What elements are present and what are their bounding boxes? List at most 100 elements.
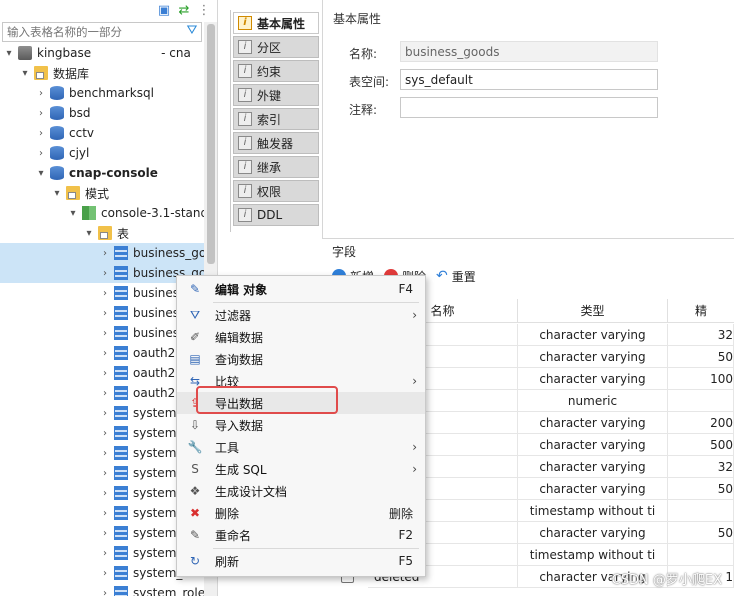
tree-item[interactable]: › system (0, 463, 204, 483)
menu-item-11[interactable]: ✎ 重命名 F2 (177, 524, 425, 546)
menu-item-7[interactable]: 🔧 工具 › (177, 436, 425, 458)
chevron-right-icon[interactable]: › (36, 88, 46, 99)
chevron-right-icon[interactable]: › (100, 508, 110, 519)
cell-len[interactable]: 500 (668, 434, 734, 456)
tree-item[interactable]: › bsd (0, 103, 204, 123)
cell-len[interactable]: 50 (668, 478, 734, 500)
menu-item-2[interactable]: ✐ 编辑数据 (177, 326, 425, 348)
chevron-down-icon[interactable]: ▾ (4, 48, 14, 59)
menu-item-6[interactable]: ⇩ 导入数据 (177, 414, 425, 436)
tab-5[interactable]: i 触发器 (233, 132, 319, 154)
tree-item[interactable]: ▾ console-3.1-stand (0, 203, 204, 223)
tree-item[interactable]: › system (0, 483, 204, 503)
tree-item[interactable]: › benchmarksql (0, 83, 204, 103)
chevron-right-icon[interactable]: › (100, 348, 110, 359)
chevron-right-icon[interactable]: › (36, 148, 46, 159)
menu-item-1[interactable]: ⛛ 过滤器 › (177, 304, 425, 326)
tree-item[interactable]: › oauth2 (0, 363, 204, 383)
chevron-right-icon[interactable]: › (100, 428, 110, 439)
menu-item-0[interactable]: ✎ 编辑 对象 F4 (177, 278, 425, 300)
cell-type[interactable]: character varying (518, 324, 668, 346)
cell-type[interactable]: character varying (518, 412, 668, 434)
cell-type[interactable]: character varying (518, 434, 668, 456)
chevron-down-icon[interactable]: ▾ (52, 188, 62, 199)
tree-item[interactable]: › system_rule (0, 563, 204, 583)
tree-item[interactable]: › system (0, 543, 204, 563)
cell-len[interactable]: 50 (668, 346, 734, 368)
cell-type[interactable]: character varying (518, 478, 668, 500)
tablespace-field[interactable] (400, 69, 658, 90)
chevron-down-icon[interactable]: ▾ (36, 168, 46, 179)
chevron-right-icon[interactable]: › (100, 368, 110, 379)
menu-item-8[interactable]: S 生成 SQL › (177, 458, 425, 480)
chevron-right-icon[interactable]: › (100, 468, 110, 479)
menu-item-4[interactable]: ⇆ 比较 › (177, 370, 425, 392)
cell-type[interactable]: numeric (518, 390, 668, 412)
chevron-right-icon[interactable]: › (100, 288, 110, 299)
tree-item[interactable]: › busines (0, 323, 204, 343)
tree-item[interactable]: ▾ 表 (0, 223, 204, 243)
tab-1[interactable]: i 分区 (233, 36, 319, 58)
tree-item[interactable]: ▾ kingbase - cna (0, 43, 204, 63)
tree-item[interactable]: › busines (0, 283, 204, 303)
chevron-right-icon[interactable]: › (100, 568, 110, 579)
chevron-right-icon[interactable]: › (100, 588, 110, 596)
tree-item[interactable]: › system (0, 523, 204, 543)
chevron-right-icon[interactable]: › (100, 548, 110, 559)
cell-type[interactable]: character varying (518, 522, 668, 544)
name-field[interactable] (400, 41, 658, 62)
more-icon[interactable]: ⋮ (196, 3, 212, 19)
chevron-right-icon[interactable]: › (100, 408, 110, 419)
cell-len[interactable]: 100 (668, 368, 734, 390)
reset-button[interactable]: ↶ 重置 (436, 268, 476, 285)
cell-len[interactable] (668, 500, 734, 522)
chevron-right-icon[interactable]: › (100, 308, 110, 319)
tree-item[interactable]: ▾ cnap-console (0, 163, 204, 183)
tab-2[interactable]: i 约束 (233, 60, 319, 82)
chevron-right-icon[interactable]: › (100, 528, 110, 539)
comment-field[interactable] (400, 97, 658, 118)
chevron-right-icon[interactable]: › (100, 488, 110, 499)
chevron-right-icon[interactable]: › (100, 448, 110, 459)
cell-len[interactable]: 32 (668, 324, 734, 346)
cell-len[interactable]: 32 (668, 456, 734, 478)
menu-item-3[interactable]: ▤ 查询数据 (177, 348, 425, 370)
chevron-right-icon[interactable]: › (100, 328, 110, 339)
tree-item[interactable]: › busines (0, 303, 204, 323)
chevron-right-icon[interactable]: › (100, 248, 110, 259)
column-header-length[interactable]: 精 (668, 299, 734, 323)
tree-item[interactable]: › system (0, 443, 204, 463)
tab-6[interactable]: i 继承 (233, 156, 319, 178)
tab-0[interactable]: i 基本属性 (233, 12, 319, 34)
menu-item-10[interactable]: ✖ 删除 删除 (177, 502, 425, 524)
tree-item[interactable]: › business_go (0, 263, 204, 283)
cell-len[interactable] (668, 390, 734, 412)
tree-item[interactable]: › oauth2 (0, 343, 204, 363)
tree-item[interactable]: › system_role (0, 583, 204, 596)
column-header-type[interactable]: 类型 (518, 299, 668, 323)
chevron-down-icon[interactable]: ▾ (68, 208, 78, 219)
tree-item[interactable]: › system (0, 403, 204, 423)
chevron-right-icon[interactable]: › (36, 128, 46, 139)
tree-item[interactable]: › cctv (0, 123, 204, 143)
chevron-right-icon[interactable]: › (36, 108, 46, 119)
menu-item-12[interactable]: ↻ 刷新 F5 (177, 550, 425, 572)
cell-type[interactable]: character varying (518, 368, 668, 390)
tree-item[interactable]: › cjyl (0, 143, 204, 163)
scrollbar-thumb[interactable] (207, 24, 215, 264)
chevron-right-icon[interactable]: › (100, 268, 110, 279)
tree-item[interactable]: › oauth2 (0, 383, 204, 403)
cell-type[interactable]: character varying (518, 346, 668, 368)
filter-icon[interactable]: ⛛ (184, 23, 200, 39)
chevron-right-icon[interactable]: › (100, 388, 110, 399)
menu-item-9[interactable]: ❖ 生成设计文档 (177, 480, 425, 502)
chevron-down-icon[interactable]: ▾ (84, 228, 94, 239)
collapse-icon[interactable]: ▣ (156, 3, 172, 19)
cell-len[interactable]: 200 (668, 412, 734, 434)
chevron-down-icon[interactable]: ▾ (20, 68, 30, 79)
cell-len[interactable]: 50 (668, 522, 734, 544)
tree-item[interactable]: ▾ 数据库 (0, 63, 204, 83)
tab-3[interactable]: i 外键 (233, 84, 319, 106)
cell-type[interactable]: timestamp without ti (518, 544, 668, 566)
tree-item[interactable]: › system (0, 423, 204, 443)
